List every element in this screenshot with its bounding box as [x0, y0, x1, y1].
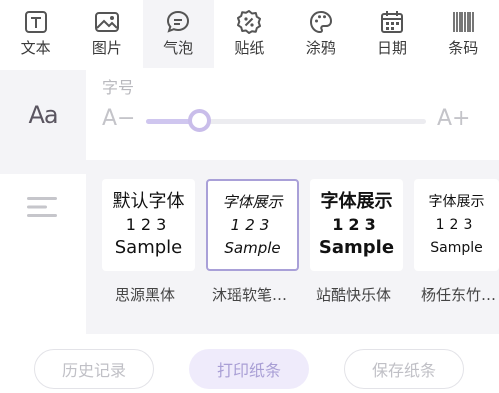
tool-sticker-label: 贴纸 [234, 39, 265, 57]
palette-icon [309, 10, 332, 34]
font-name-label: 杨任东竹… [421, 286, 497, 304]
font-card-line1: 字体展示 [428, 194, 485, 210]
font-card-yangrendong[interactable]: 字体展示 123 Sample [414, 179, 499, 271]
top-toolbar: 文本 图片 气泡 贴纸 涂鸦 日期 条码 [0, 0, 499, 68]
font-card-zcool[interactable]: 字体展示 123 Sample [310, 179, 403, 271]
save-button[interactable]: 保存纸条 [344, 349, 464, 389]
decrease-size-button[interactable]: A− [102, 106, 135, 131]
font-size-tab[interactable]: Aa [0, 70, 86, 160]
font-card-default[interactable]: 默认字体 123 Sample [102, 179, 195, 271]
tool-image[interactable]: 图片 [71, 0, 142, 68]
tool-barcode-label: 条码 [448, 39, 479, 57]
font-card-muyao[interactable]: 字体展示 123 Sample [206, 179, 299, 271]
font-card-line1: 字体展示 [320, 191, 393, 212]
text-icon [24, 11, 47, 33]
bubble-icon [167, 10, 190, 33]
tool-date-label: 日期 [376, 39, 407, 57]
calendar-icon [380, 11, 403, 33]
font-card-line3: Sample [114, 237, 183, 258]
tool-barcode[interactable]: 条码 [428, 0, 499, 68]
tool-bubble[interactable]: 气泡 [142, 0, 214, 68]
font-name-label: 沐瑶软笔… [212, 286, 288, 304]
font-name-label: 站酷快乐体 [316, 286, 392, 304]
tool-text-label: 文本 [20, 39, 51, 57]
sticker-icon [237, 10, 262, 34]
tool-doodle-label: 涂鸦 [305, 39, 336, 57]
history-button[interactable]: 历史记录 [34, 349, 154, 389]
font-card-line2: 123 [435, 217, 478, 233]
font-size-title: 字号 [102, 78, 135, 97]
align-left-icon [27, 197, 57, 217]
tool-doodle[interactable]: 涂鸦 [285, 0, 356, 68]
side-blank [0, 250, 86, 334]
tool-date[interactable]: 日期 [356, 0, 427, 68]
font-card-line2: 123 [332, 215, 381, 234]
font-card-line3: Sample [430, 240, 483, 256]
panel-divider [0, 160, 499, 174]
font-card-line1: 字体展示 [222, 193, 283, 211]
tool-text[interactable]: 文本 [0, 0, 71, 68]
font-size-slider-thumb[interactable] [187, 109, 211, 132]
font-card-line3: Sample [224, 239, 281, 257]
barcode-icon [453, 12, 475, 32]
font-card-line2: 123 [125, 215, 172, 234]
font-card-line1: 默认字体 [112, 191, 185, 212]
font-name-label: 思源黑体 [115, 286, 176, 304]
font-card-line2: 123 [230, 216, 275, 234]
print-button[interactable]: 打印纸条 [189, 349, 309, 389]
tool-bubble-label: 气泡 [163, 39, 194, 57]
tool-image-label: 图片 [91, 39, 122, 57]
font-size-tab-icon: Aa [28, 101, 58, 129]
tool-sticker[interactable]: 贴纸 [214, 0, 285, 68]
image-icon [94, 12, 119, 32]
font-card-line3: Sample [318, 237, 395, 258]
increase-size-button[interactable]: A+ [437, 106, 470, 131]
